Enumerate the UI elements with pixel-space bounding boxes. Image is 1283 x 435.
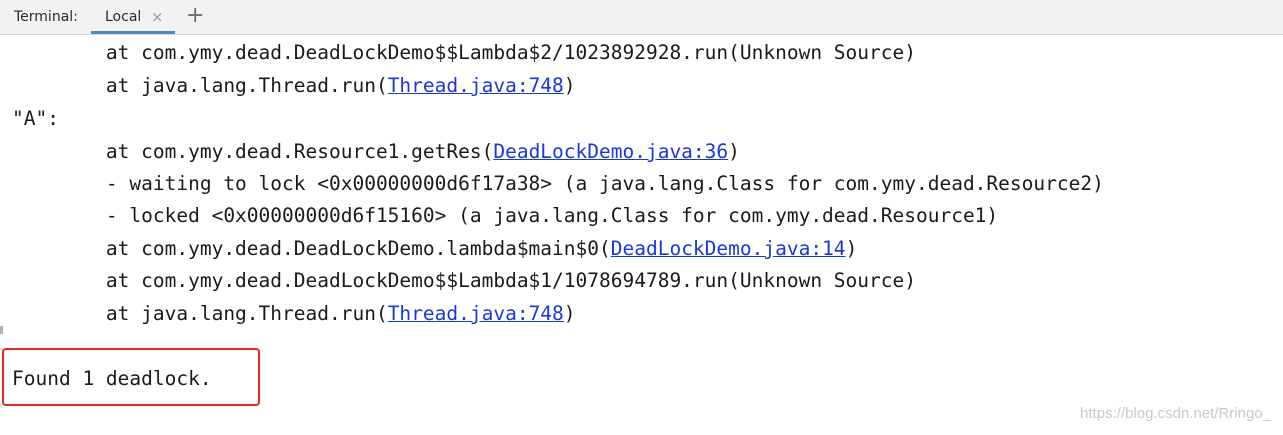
deadlock-summary: Found 1 deadlock. bbox=[12, 367, 212, 390]
terminal-line: at com.ymy.dead.DeadLockDemo$$Lambda$1/1… bbox=[12, 268, 916, 294]
line-text: at java.lang.Thread.run( bbox=[12, 74, 388, 97]
line-text: at com.ymy.dead.Resource1.getRes( bbox=[12, 140, 494, 163]
line-text: - locked <0x00000000d6f15160> (a java.la… bbox=[12, 204, 999, 227]
terminal-title: Terminal: bbox=[14, 9, 78, 25]
tab-local[interactable]: Local × bbox=[91, 0, 175, 34]
tab-local-label: Local bbox=[105, 9, 142, 25]
terminal-line: at com.ymy.dead.DeadLockDemo.lambda$main… bbox=[12, 236, 857, 262]
terminal-line: - locked <0x00000000d6f15160> (a java.la… bbox=[12, 203, 998, 229]
line-text: at com.ymy.dead.DeadLockDemo$$Lambda$1/1… bbox=[12, 269, 916, 292]
source-link[interactable]: Thread.java:748 bbox=[388, 74, 564, 97]
terminal-line: at java.lang.Thread.run(Thread.java:748) bbox=[12, 73, 576, 99]
line-text: ) bbox=[563, 74, 576, 97]
line-text: ) bbox=[728, 140, 740, 163]
terminal-line: "A": bbox=[12, 106, 59, 132]
terminal-tab-bar: Terminal: Local × + bbox=[0, 0, 1283, 35]
line-text: at com.ymy.dead.DeadLockDemo.lambda$main… bbox=[12, 237, 611, 260]
terminal-line: at com.ymy.dead.DeadLockDemo$$Lambda$2/1… bbox=[12, 40, 916, 66]
source-link[interactable]: Thread.java:748 bbox=[388, 302, 564, 325]
source-link[interactable]: DeadLockDemo.java:36 bbox=[493, 140, 728, 163]
line-text: ) bbox=[563, 302, 576, 325]
line-text: ) bbox=[845, 237, 858, 260]
terminal-line: at java.lang.Thread.run(Thread.java:748) bbox=[12, 301, 576, 327]
terminal-line: - waiting to lock <0x00000000d6f17a38> (… bbox=[12, 171, 1104, 197]
line-text: at java.lang.Thread.run( bbox=[12, 302, 388, 325]
watermark: https://blog.csdn.net/Rringo_ bbox=[1080, 405, 1271, 422]
source-link[interactable]: DeadLockDemo.java:14 bbox=[611, 237, 846, 260]
close-icon[interactable]: × bbox=[151, 8, 164, 26]
terminal-line: at com.ymy.dead.Resource1.getRes(DeadLoc… bbox=[12, 139, 740, 165]
line-text: at com.ymy.dead.DeadLockDemo$$Lambda$2/1… bbox=[12, 41, 916, 64]
line-text: - waiting to lock <0x00000000d6f17a38> (… bbox=[12, 172, 1104, 195]
gutter-marker bbox=[0, 326, 3, 334]
plus-icon[interactable]: + bbox=[186, 3, 204, 29]
thread-name: "A": bbox=[12, 107, 59, 130]
